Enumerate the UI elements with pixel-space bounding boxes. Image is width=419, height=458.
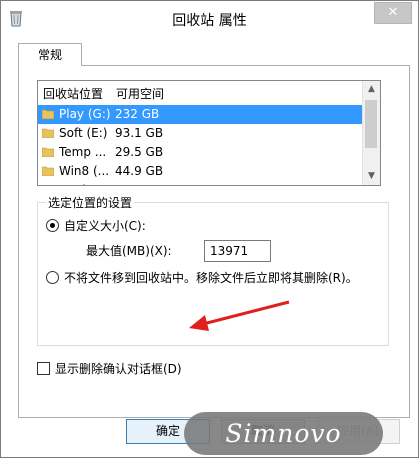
tab-general[interactable]: 常规 (18, 43, 82, 66)
recycle-bin-properties-window: 回收站 属性 ✕ 常规 回收站位置 可用空间 Play (G:) 232 GB So… (0, 0, 419, 458)
annotation-arrow-icon (189, 300, 290, 331)
